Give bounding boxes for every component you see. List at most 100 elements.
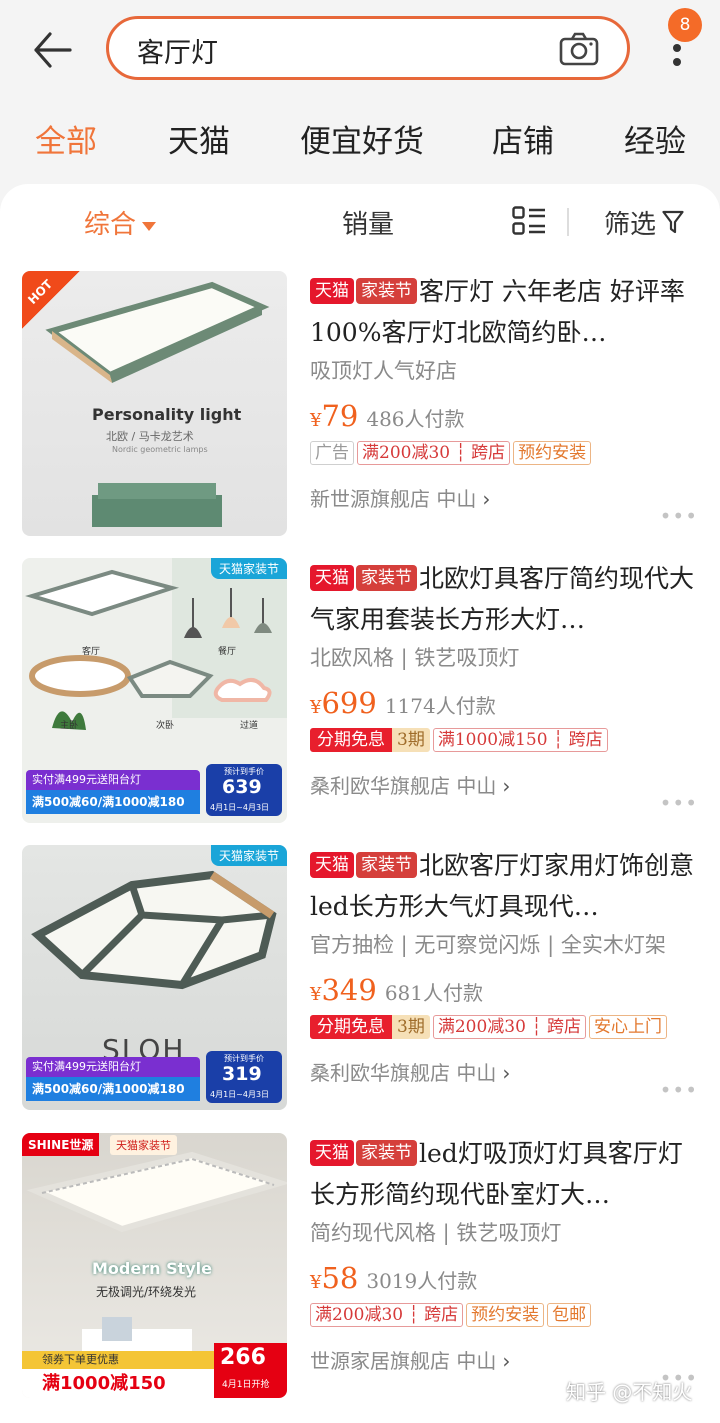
product-image[interactable]: 天猫家装节 客厅 餐厅 主卧 次卧 过道 实付满499元送阳台灯 满500减60… [22, 558, 287, 823]
paid-count: 681人付款 [384, 981, 483, 1005]
shop-link[interactable]: 世源家居旗舰店 中山 › [310, 1345, 705, 1374]
gift-banner: 实付满499元送阳台灯 [26, 770, 200, 790]
filter-icon[interactable] [662, 210, 684, 234]
image-headline: Modern Style [92, 1259, 213, 1278]
filter-button[interactable]: 筛选 [604, 204, 656, 241]
tmall-tag: 天猫 [310, 278, 354, 304]
festival-corner: 天猫家装节 [210, 558, 287, 579]
installment-period-tag: 3期 [392, 1015, 430, 1039]
currency-symbol: ¥ [310, 697, 322, 718]
sort-sales[interactable]: 销量 [342, 204, 394, 241]
installment-tag: 分期免息 [310, 1015, 392, 1039]
promo-tags: 分期免息 3期 满1000减150 ┆ 跨店 [310, 728, 705, 758]
product-title[interactable]: 天猫 家装节 客厅灯 六年老店 好评率100%客厅灯北欧简约卧… [310, 271, 705, 353]
product-info: 天猫 家装节 北欧客厅灯家用灯饰创意led长方形大气灯具现代… 官方抽检 | 无可察… [310, 845, 705, 1086]
shop-link[interactable]: 桑利欧华旗舰店 中山 › [310, 1057, 705, 1086]
festival-corner: 天猫家装节 [210, 845, 287, 866]
discount-banner: 满1000减150 [22, 1369, 214, 1398]
installment-period-tag: 3期 [392, 728, 430, 752]
sale-dates: 4月1日~4月3日 [210, 1090, 270, 1099]
discount-text: 满200减30 [437, 1017, 526, 1037]
product-card[interactable]: 天猫家装节 SLOH 实付满499元送阳台灯 满500减60/满1000减180… [0, 845, 720, 1130]
product-image[interactable]: SHINE世源 天猫家装节 Modern Style 无极调光/环绕发光 领券下… [22, 1133, 287, 1398]
search-box[interactable]: 客厅灯 [106, 16, 630, 80]
product-info: 天猫 家装节 北欧灯具客厅简约现代大气家用套装长方形大灯… 北欧风格 | 铁艺吸顶灯… [310, 558, 705, 799]
layout-toggle-icon[interactable] [512, 206, 546, 236]
room-label: 主卧 [60, 721, 79, 731]
tab-experience[interactable]: 经验 [624, 116, 686, 161]
image-headline: Personality light [92, 405, 242, 424]
cross-store-text: 跨店 [568, 730, 603, 750]
product-image[interactable]: HOT Personality light 北欧 / 马卡龙艺术 Nordic … [22, 271, 287, 536]
sort-comprehensive[interactable]: 综合 [84, 204, 157, 241]
product-subtitle: 官方抽检 | 无可察觉闪烁 | 全实木灯架 [310, 933, 666, 957]
room-label: 餐厅 [218, 647, 237, 657]
more-options-icon[interactable]: ••• [660, 504, 698, 528]
shop-name: 桑利欧华旗舰店 [310, 1061, 450, 1085]
promo-tags: 广告 满200减30 ┆ 跨店 预约安装 [310, 441, 705, 471]
product-subtitle: 简约现代风格 | 铁艺吸顶灯 [310, 1221, 562, 1245]
installment-tag: 分期免息 [310, 728, 392, 752]
product-price: 58 [321, 1261, 359, 1295]
home-festival-tag: 家装节 [356, 852, 417, 878]
product-title[interactable]: 天猫 家装节 北欧灯具客厅简约现代大气家用套装长方形大灯… [310, 558, 705, 640]
cross-store-text: 跨店 [471, 443, 506, 463]
coupon-banner: 领券下单更优惠 [22, 1351, 214, 1369]
product-price: 79 [321, 399, 359, 433]
tab-all[interactable]: 全部 [35, 116, 97, 161]
cross-store-text: 跨店 [424, 1305, 459, 1325]
discount-text: 满1000减150 [437, 730, 548, 750]
promo-tags: 满200减30 ┆ 跨店 预约安装 包邮 [310, 1303, 705, 1333]
more-options-icon[interactable]: ••• [660, 1078, 698, 1102]
ad-tag: 广告 [310, 441, 354, 465]
tab-shops[interactable]: 店铺 [492, 116, 554, 161]
divider [567, 208, 569, 236]
caret-down-icon [142, 221, 157, 231]
cart-badge: 8 [668, 8, 702, 42]
gift-banner: 实付满499元送阳台灯 [26, 1057, 200, 1077]
product-subtitle: 吸顶灯人气好店 [310, 359, 457, 383]
product-subtitle: 北欧风格 | 铁艺吸顶灯 [310, 646, 520, 670]
install-tag: 预约安装 [466, 1303, 545, 1327]
tmall-tag: 天猫 [310, 565, 354, 591]
product-title[interactable]: 天猫 家装节 北欧客厅灯家用灯饰创意led长方形大气灯具现代… [310, 845, 705, 927]
search-query[interactable]: 客厅灯 [137, 31, 218, 70]
product-price: 699 [321, 686, 377, 720]
install-tag: 预约安装 [513, 441, 592, 465]
shop-city: 中山 [456, 1349, 497, 1373]
back-arrow-icon[interactable] [28, 28, 76, 72]
estimated-price: 319 [222, 1063, 262, 1085]
product-image[interactable]: 天猫家装节 SLOH 实付满499元送阳台灯 满500减60/满1000减180… [22, 845, 287, 1110]
discount-text: 满200减30 [315, 1305, 404, 1325]
paid-count: 3019人付款 [366, 1269, 478, 1293]
product-card[interactable]: 天猫家装节 客厅 餐厅 主卧 次卧 过道 实付满499元送阳台灯 满500减60… [0, 558, 720, 843]
sort-bar: 综合 销量 筛选 [0, 184, 720, 260]
discount-tag: 满200减30 ┆ 跨店 [310, 1303, 464, 1327]
product-info: 天猫 家装节 客厅灯 六年老店 好评率100%客厅灯北欧简约卧… 吸顶灯人气好店 ¥… [310, 271, 705, 512]
discount-tag: 满200减30 ┆ 跨店 [432, 1015, 586, 1039]
product-card[interactable]: HOT Personality light 北欧 / 马卡龙艺术 Nordic … [0, 271, 720, 556]
promo-tags: 分期免息 3期 满200减30 ┆ 跨店 安心上门 [310, 1015, 705, 1045]
image-subline: 无极调光/环绕发光 [96, 1285, 197, 1299]
tab-cheap-goods[interactable]: 便宜好货 [300, 116, 424, 161]
tab-tmall[interactable]: 天猫 [168, 116, 230, 161]
shop-link[interactable]: 桑利欧华旗舰店 中山 › [310, 770, 705, 799]
brand-badge: SHINE世源 [22, 1133, 100, 1156]
discount-banner: 满500减60/满1000减180 [26, 1077, 200, 1101]
estimated-price: 639 [222, 776, 262, 798]
home-festival-tag: 家装节 [356, 565, 417, 591]
room-label: 次卧 [156, 721, 175, 731]
cross-store-text: 跨店 [546, 1017, 581, 1037]
camera-icon[interactable] [559, 32, 599, 66]
top-bar: 客厅灯 8 [0, 0, 720, 100]
price-row: ¥79 486人付款 [310, 399, 705, 439]
chevron-right-icon: › [482, 487, 491, 511]
product-title[interactable]: 天猫 家装节 led灯吸顶灯灯具客厅灯长方形简约现代卧室灯大… [310, 1133, 705, 1215]
results-panel: 综合 销量 筛选 HOT Personality light 北欧 / 马卡龙艺 [0, 184, 720, 1423]
product-info: 天猫 家装节 led灯吸顶灯灯具客厅灯长方形简约现代卧室灯大… 简约现代风格 | 铁… [310, 1133, 705, 1374]
image-caption: Nordic geometric lamps [112, 445, 208, 454]
shop-name: 新世源旗舰店 [310, 487, 430, 511]
more-options-icon[interactable]: ••• [660, 791, 698, 815]
shop-link[interactable]: 新世源旗舰店 中山 › [310, 483, 705, 512]
sale-date: 4月1日开抢 [222, 1380, 270, 1390]
